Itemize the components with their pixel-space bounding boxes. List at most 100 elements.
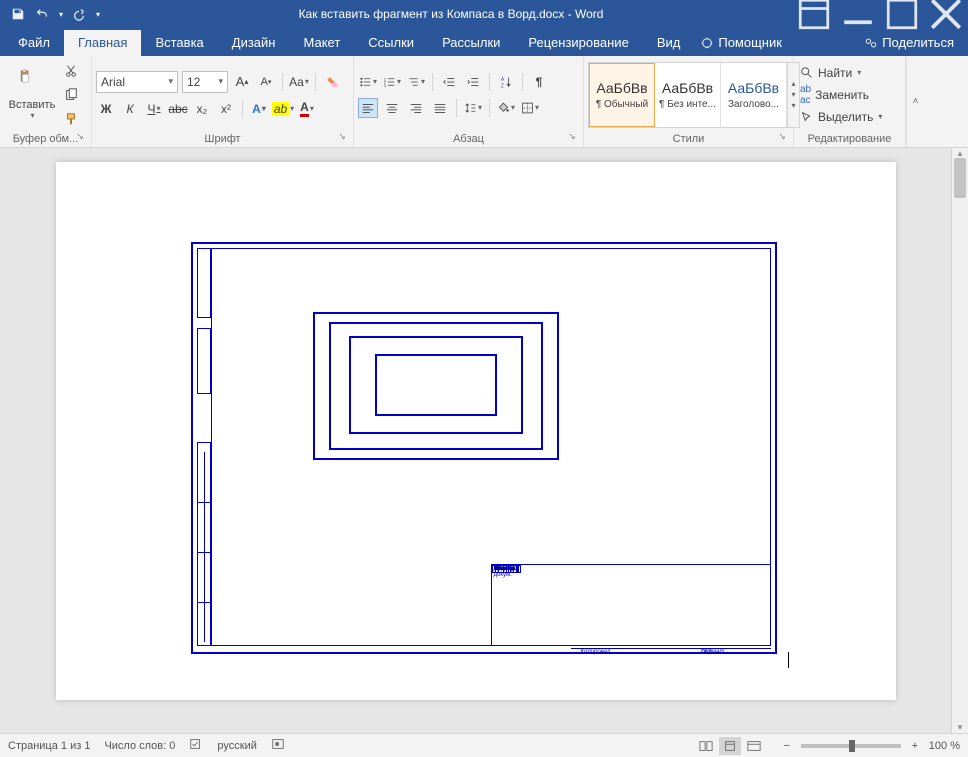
- zoom-level[interactable]: 100 %: [929, 740, 960, 752]
- tab-layout[interactable]: Макет: [289, 30, 354, 56]
- align-center-button[interactable]: [382, 98, 402, 118]
- styles-gallery[interactable]: АаБбВв ¶ Обычный АаБбВв ¶ Без инте... Аа…: [588, 62, 800, 128]
- vertical-scrollbar[interactable]: ▴ ▾: [951, 148, 968, 733]
- font-color-button[interactable]: A▾: [297, 99, 317, 119]
- read-mode-button[interactable]: [695, 737, 717, 755]
- paragraph-launcher-icon[interactable]: ↘: [565, 131, 579, 145]
- align-left-button[interactable]: [358, 98, 378, 118]
- style-heading1[interactable]: АаБбВв Заголово...: [721, 63, 787, 127]
- subscript-button[interactable]: x₂: [192, 99, 212, 119]
- bullets-button[interactable]: ▾: [358, 72, 378, 92]
- qat-customize-icon[interactable]: ▾: [96, 10, 100, 19]
- title-bar: ▾ ▾ Как вставить фрагмент из Компаса в В…: [0, 0, 968, 28]
- paste-dropdown-icon[interactable]: ▾: [30, 111, 34, 120]
- copy-button[interactable]: [62, 86, 80, 104]
- change-case-button[interactable]: Aa▾: [289, 72, 309, 92]
- sort-button[interactable]: AZ: [496, 72, 516, 92]
- paragraph-group-label: Абзац: [453, 133, 484, 145]
- strikethrough-button[interactable]: abc: [168, 99, 188, 119]
- styles-launcher-icon[interactable]: ↘: [775, 131, 789, 145]
- drawing-title-block: Изм.Лист№ докум.Подп.Дата Разраб.Лит.Мас…: [491, 564, 771, 646]
- document-title: Как вставить фрагмент из Компаса в Ворд.…: [110, 7, 792, 21]
- tab-file[interactable]: Файл: [4, 30, 64, 56]
- status-words[interactable]: Число слов: 0: [104, 740, 175, 752]
- editing-group-label: Редактирование: [808, 133, 892, 145]
- font-launcher-icon[interactable]: ↘: [335, 131, 349, 145]
- shrink-font-button[interactable]: A▾: [256, 72, 276, 92]
- bold-button[interactable]: Ж: [96, 99, 116, 119]
- tell-me-assist[interactable]: Помощник: [694, 35, 794, 56]
- line-spacing-button[interactable]: ▾: [463, 98, 483, 118]
- redo-icon[interactable]: [71, 6, 87, 22]
- drawing-kopir-label: Копировал: [581, 649, 611, 655]
- collapse-ribbon-button[interactable]: ˄: [906, 56, 924, 147]
- show-marks-button[interactable]: ¶: [529, 72, 549, 92]
- status-page[interactable]: Страница 1 из 1: [8, 740, 90, 752]
- clipboard-icon: [18, 69, 46, 97]
- styles-group-label: Стили: [673, 133, 705, 145]
- italic-button[interactable]: К: [120, 99, 140, 119]
- borders-button[interactable]: ▾: [520, 98, 540, 118]
- grow-font-button[interactable]: A▴: [232, 72, 252, 92]
- select-label: Выделить: [818, 110, 873, 124]
- tab-insert[interactable]: Вставка: [141, 30, 217, 56]
- save-icon[interactable]: [10, 6, 26, 22]
- close-button[interactable]: [924, 0, 968, 28]
- clear-formatting-button[interactable]: [322, 72, 342, 92]
- align-right-button[interactable]: [406, 98, 426, 118]
- font-size-combo[interactable]: 12▾: [182, 71, 228, 93]
- document-page[interactable]: Изм.Лист№ докум.Подп.Дата Разраб.Лит.Мас…: [56, 162, 896, 700]
- svg-text:Z: Z: [501, 83, 505, 89]
- assist-label: Помощник: [718, 35, 782, 50]
- cut-button[interactable]: [62, 62, 80, 80]
- replace-button[interactable]: abac Заменить: [798, 85, 884, 105]
- clipboard-launcher-icon[interactable]: ↘: [73, 131, 87, 145]
- find-button[interactable]: Найти▾: [798, 63, 884, 83]
- font-size-value: 12: [187, 75, 200, 89]
- numbering-button[interactable]: 123▾: [382, 72, 402, 92]
- spellcheck-icon[interactable]: [189, 737, 203, 754]
- tab-design[interactable]: Дизайн: [218, 30, 290, 56]
- text-effects-button[interactable]: A▾: [249, 99, 269, 119]
- font-name-combo[interactable]: Arial▾: [96, 71, 178, 93]
- web-layout-button[interactable]: [743, 737, 765, 755]
- tab-view[interactable]: Вид: [643, 30, 695, 56]
- scrollbar-thumb[interactable]: [954, 158, 966, 198]
- tab-mailings[interactable]: Рассылки: [428, 30, 514, 56]
- paste-button[interactable]: Вставить ▾: [4, 62, 60, 128]
- tab-home[interactable]: Главная: [64, 30, 141, 56]
- replace-label: Заменить: [815, 88, 869, 102]
- increase-indent-button[interactable]: [463, 72, 483, 92]
- document-scroll[interactable]: Изм.Лист№ докум.Подп.Дата Разраб.Лит.Мас…: [0, 148, 951, 733]
- tab-references[interactable]: Ссылки: [354, 30, 428, 56]
- zoom-slider-thumb[interactable]: [849, 740, 855, 752]
- highlight-button[interactable]: ab▾: [273, 99, 293, 119]
- scroll-down-icon[interactable]: ▾: [952, 722, 968, 733]
- zoom-out-button[interactable]: −: [779, 740, 795, 752]
- style-no-spacing[interactable]: АаБбВв ¶ Без инте...: [655, 63, 721, 127]
- embedded-drawing[interactable]: Изм.Лист№ докум.Подп.Дата Разраб.Лит.Мас…: [191, 242, 781, 658]
- status-language[interactable]: русский: [217, 740, 256, 752]
- macro-icon[interactable]: [271, 737, 285, 754]
- zoom-in-button[interactable]: +: [907, 740, 923, 752]
- print-layout-button[interactable]: [719, 737, 741, 755]
- document-area: Изм.Лист№ докум.Подп.Дата Разраб.Лит.Мас…: [0, 148, 968, 733]
- format-painter-button[interactable]: [62, 110, 80, 128]
- maximize-button[interactable]: [880, 0, 924, 28]
- tab-review[interactable]: Рецензирование: [514, 30, 642, 56]
- multilevel-list-button[interactable]: ▾: [406, 72, 426, 92]
- ribbon-options-icon[interactable]: [792, 0, 836, 28]
- undo-icon[interactable]: [34, 6, 50, 22]
- minimize-button[interactable]: [836, 0, 880, 28]
- undo-dropdown-icon[interactable]: ▾: [59, 10, 63, 19]
- superscript-button[interactable]: x²: [216, 99, 236, 119]
- decrease-indent-button[interactable]: [439, 72, 459, 92]
- justify-button[interactable]: [430, 98, 450, 118]
- font-group-label: Шрифт: [204, 133, 240, 145]
- select-button[interactable]: Выделить▾: [798, 107, 884, 127]
- underline-button[interactable]: Ч▾: [144, 99, 164, 119]
- status-bar: Страница 1 из 1 Число слов: 0 русский − …: [0, 733, 968, 757]
- style-normal[interactable]: АаБбВв ¶ Обычный: [589, 63, 655, 127]
- zoom-slider[interactable]: [801, 744, 901, 748]
- shading-button[interactable]: ▾: [496, 98, 516, 118]
